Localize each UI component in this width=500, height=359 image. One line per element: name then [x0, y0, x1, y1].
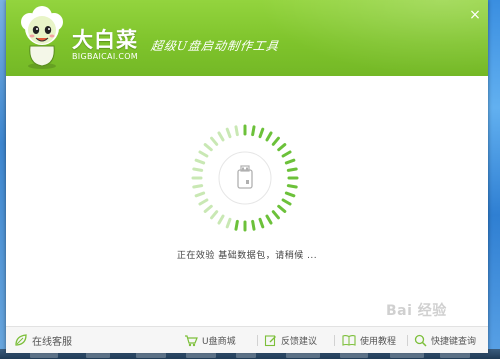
footer-feedback-label: 反馈建议	[281, 336, 318, 347]
spinner-tick	[194, 158, 206, 165]
spinner-tick	[265, 214, 273, 225]
spinner-tick	[192, 184, 204, 189]
footer-usb-store-label: U盘商城	[202, 336, 236, 347]
spinner-tick	[286, 167, 298, 172]
spinner-tick	[198, 198, 209, 206]
spinner-tick	[217, 131, 225, 142]
spinner-tick	[271, 210, 280, 220]
footer-usb-store[interactable]: U盘商城	[184, 327, 236, 353]
loading-spinner	[191, 124, 299, 232]
footer-tutorial[interactable]: 使用教程	[342, 327, 396, 353]
spinner-tick	[258, 127, 265, 139]
footer-hotkey-query-label: 快捷键查询	[431, 336, 477, 347]
footer-online-service-label: 在线客服	[32, 336, 72, 348]
cart-icon	[185, 334, 198, 346]
spinner-tick	[203, 204, 213, 213]
spinner-tick	[234, 219, 239, 231]
leaf-icon	[15, 334, 27, 346]
spinner-tick	[277, 204, 287, 213]
spinner-tick	[194, 191, 206, 198]
desktop-right-edge	[488, 0, 500, 359]
spinner-tick	[225, 217, 232, 229]
spinner-tick	[284, 191, 296, 198]
usb-drive-icon	[237, 165, 253, 189]
spinner-tick	[284, 158, 296, 165]
spinner-tick	[286, 184, 298, 189]
spinner-tick	[225, 127, 232, 139]
spinner-tick	[265, 131, 273, 142]
spinner-tick	[210, 210, 219, 220]
spinner-tick	[234, 125, 239, 137]
slogan-text: 超级U盘启动制作工具	[149, 39, 281, 53]
spinner-tick	[258, 217, 265, 229]
spinner-tick	[198, 150, 209, 158]
footer-feedback[interactable]: 反馈建议	[264, 327, 317, 353]
footer-tutorial-label: 使用教程	[360, 336, 397, 347]
spinner-tick	[192, 167, 204, 172]
book-icon	[342, 335, 356, 346]
footer-online-service[interactable]: 在线客服	[14, 327, 72, 353]
spinner-tick	[281, 150, 292, 158]
footer-bar: 在线客服 U盘商城 反馈建议 使用教程 快捷键查询	[6, 326, 488, 353]
spinner-tick	[203, 143, 213, 152]
spinner-tick	[210, 136, 219, 146]
app-window: 大白菜 BIGBAICAI.COM 超级U盘启动制作工具 × 正在效验 基础数据…	[6, 0, 488, 353]
close-button[interactable]: ×	[468, 8, 482, 22]
search-icon	[414, 334, 427, 347]
brand-domain: BIGBAICAI.COM	[72, 52, 139, 61]
spinner-tick	[277, 143, 287, 152]
spinner-ticks	[191, 124, 299, 232]
edit-icon	[264, 334, 276, 346]
footer-hotkey-query[interactable]: 快捷键查询	[414, 327, 476, 353]
spinner-tick	[281, 198, 292, 206]
spinner-tick	[251, 219, 256, 231]
spinner-tick	[251, 125, 256, 137]
spinner-tick	[271, 136, 280, 146]
title-banner: 大白菜 BIGBAICAI.COM 超级U盘启动制作工具 ×	[6, 0, 488, 76]
spinner-tick	[217, 214, 225, 225]
brand-name: 大白菜	[72, 28, 138, 52]
cabbage-mascot-logo	[21, 6, 63, 69]
watermark-text: Bai 经验	[386, 303, 447, 319]
status-message: 正在效验 基础数据包，请稍候 ...	[176, 251, 318, 261]
